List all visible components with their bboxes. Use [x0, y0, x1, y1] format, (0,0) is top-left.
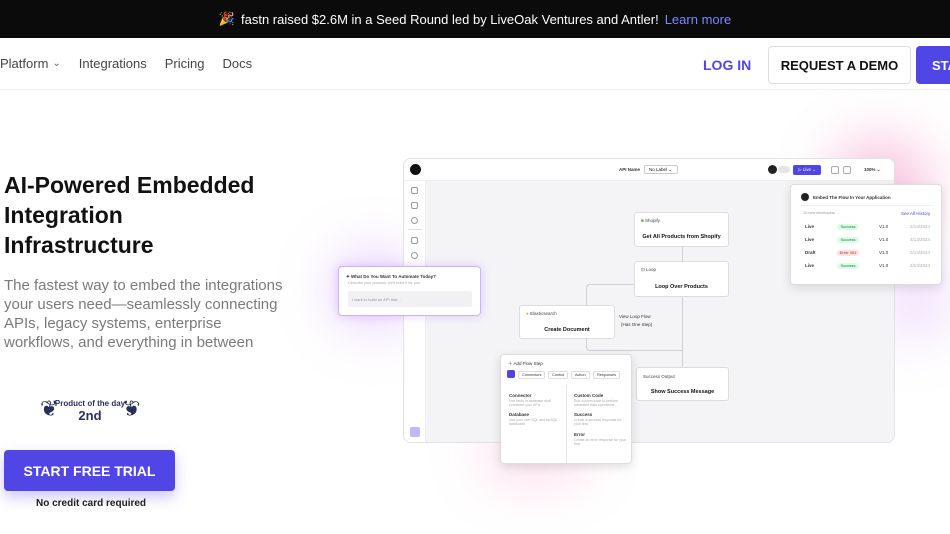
avatar — [768, 165, 777, 174]
tab-control[interactable]: Control — [548, 371, 569, 379]
flow-edge — [682, 297, 683, 369]
step-connector[interactable]: Connector Use fastn or database stuff co… — [509, 393, 563, 407]
party-popper-icon: 🎉 — [218, 11, 235, 26]
shopify-icon: ■ Shopify — [641, 218, 660, 223]
announcement-banner: 🎉 fastn raised $2.6M in a Seed Round led… — [0, 0, 950, 38]
search-icon[interactable] — [507, 370, 515, 378]
node-success-output[interactable]: Success Output Show Success Message — [636, 367, 729, 401]
embed-row: Live Success V1.0 2/13/2024 — [805, 263, 931, 269]
start-button[interactable]: STA — [916, 46, 950, 84]
settings-icon[interactable] — [843, 166, 851, 174]
product-of-the-day-badge: ❦ Product of the day 2nd ❦ — [40, 396, 140, 423]
sidebar-icon[interactable] — [411, 237, 418, 244]
share-icon[interactable] — [831, 166, 839, 174]
label-select[interactable]: No Label ⌄ — [644, 165, 678, 174]
add-icon: ＋ Add Flow Step — [508, 361, 543, 366]
node-shopify[interactable]: ■ Shopify Get All Products from Shopify — [634, 212, 729, 247]
embed-row: Live Success V1.0 2/13/2024 — [805, 237, 931, 243]
chevron-down-icon: ⌄ — [52, 58, 61, 69]
nav-item-platform[interactable]: Platform ⌄ — [0, 56, 61, 71]
laurel-icon: ❦ — [40, 396, 59, 421]
add-flow-step-panel: ＋ Add Flow Step Connectors Control Actio… — [500, 354, 632, 464]
embed-logo — [801, 193, 809, 201]
nav-item-integrations[interactable]: Integrations — [79, 56, 147, 71]
step-custom-code[interactable]: Custom Code Run custom code to perform a… — [574, 393, 628, 407]
view-loop-flow[interactable]: View Loop Flow (Has One Step) — [619, 314, 652, 327]
sidebar-icon[interactable] — [411, 252, 418, 259]
prompt-input[interactable]: I want to build an API that... — [348, 291, 472, 307]
start-free-trial-button[interactable]: START FREE TRIAL — [4, 450, 175, 491]
embed-flow-panel: Embed The Flow In Your Application 10 ne… — [790, 184, 942, 285]
step-database[interactable]: Database Use your own SQL and NoSQL data… — [509, 412, 563, 426]
no-credit-card-note: No credit card required — [36, 498, 147, 509]
loop-icon: ⊡ Loop — [641, 267, 657, 272]
sparkle-icon: ✦ What Do You Want To Automate Today? — [346, 274, 436, 279]
step-error[interactable]: Error Create an error response for your … — [574, 432, 628, 446]
hero-title: AI-Powered Embedded Integration Infrastr… — [4, 172, 255, 258]
learn-more-link[interactable]: Learn more — [665, 12, 731, 27]
nav-item-pricing[interactable]: Pricing — [165, 56, 205, 71]
embed-row: Draft Error 401 V1.0 2/13/2024 — [805, 250, 931, 256]
sidebar-icon[interactable] — [411, 187, 418, 194]
app-topbar: API Name No Label ⌄ ▷ Live ⌄ 100% ⌄ — [404, 159, 894, 181]
hero-subtitle: The fastest way to embed the integration… — [4, 277, 283, 351]
flow-edge — [586, 337, 682, 351]
laurel-icon: ❦ — [121, 396, 140, 421]
tab-action[interactable]: Action — [571, 371, 590, 379]
step-success[interactable]: Success Create a success response for yo… — [574, 412, 628, 426]
login-link[interactable]: LOG IN — [703, 57, 751, 73]
sidebar-active-icon[interactable] — [410, 427, 420, 437]
embed-row: Live Success V1.0 2/13/2024 — [805, 224, 931, 230]
elasticsearch-icon: ● Elasticsearch — [526, 311, 557, 316]
nav-item-docs[interactable]: Docs — [222, 56, 252, 71]
app-logo — [410, 164, 421, 175]
node-elasticsearch[interactable]: ● Elasticsearch Create Document — [519, 305, 615, 339]
automate-prompt-card[interactable]: ✦ What Do You Want To Automate Today? De… — [338, 266, 481, 316]
sidebar-icon[interactable] — [411, 202, 418, 209]
see-all-history-link[interactable]: See All History — [901, 211, 930, 216]
node-loop[interactable]: ⊡ Loop Loop Over Products — [634, 261, 729, 297]
toggle[interactable] — [778, 166, 790, 173]
sidebar-icon[interactable] — [411, 217, 418, 224]
flow-edge — [586, 284, 634, 306]
zoom-level[interactable]: 100% ⌄ — [864, 167, 881, 173]
tab-responses[interactable]: Responses — [593, 371, 620, 379]
live-button[interactable]: ▷ Live ⌄ — [793, 165, 821, 175]
request-demo-button[interactable]: REQUEST A DEMO — [768, 46, 911, 84]
tab-connectors[interactable]: Connectors — [518, 371, 546, 379]
banner-text: fastn raised $2.6M in a Seed Round led b… — [240, 11, 659, 27]
